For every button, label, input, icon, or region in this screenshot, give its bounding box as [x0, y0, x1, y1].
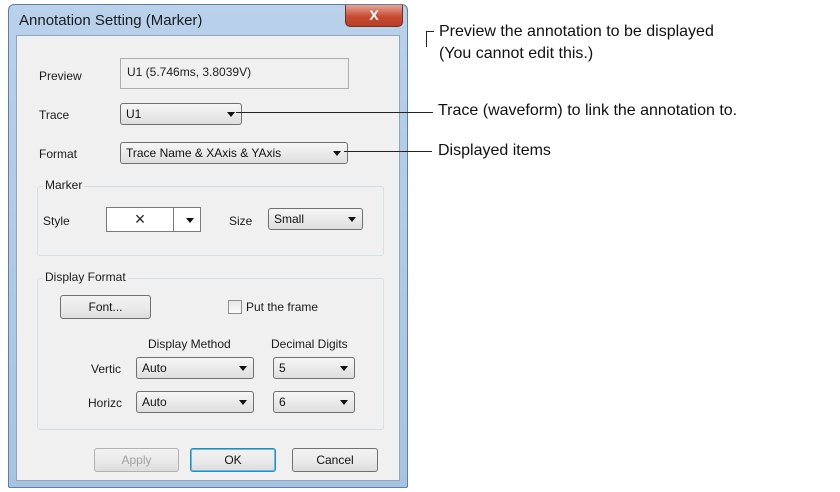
vertical-label: Vertic [91, 362, 122, 376]
chevron-down-icon [186, 218, 194, 223]
vertical-method-select[interactable]: Auto [136, 357, 254, 379]
close-icon: X [369, 7, 379, 23]
format-select[interactable]: Trace Name & XAxis & YAxis [120, 142, 348, 164]
format-value: Trace Name & XAxis & YAxis [126, 146, 282, 160]
vertical-digits-value: 5 [279, 361, 286, 375]
format-label: Format [39, 147, 78, 161]
annotation-setting-dialog: Annotation Setting (Marker) X Preview U1… [8, 4, 408, 488]
chevron-down-icon [340, 366, 348, 371]
title-bar[interactable]: Annotation Setting (Marker) X [9, 5, 407, 35]
horizontal-digits-value: 6 [279, 395, 286, 409]
x-marker-icon: × [107, 208, 174, 231]
put-frame-label: Put the frame [246, 300, 319, 314]
preview-bracket-line [426, 31, 427, 47]
close-button[interactable]: X [345, 5, 403, 27]
cancel-button[interactable]: Cancel [292, 448, 378, 472]
horizontal-digits-select[interactable]: 6 [273, 391, 355, 413]
ok-button[interactable]: OK [190, 448, 276, 472]
size-label: Size [229, 214, 253, 228]
dialog-title: Annotation Setting (Marker) [19, 12, 203, 29]
preview-callout-line2: (You cannot edit this.) [439, 45, 594, 62]
display-format-group-label: Display Format [43, 270, 128, 284]
horizontal-label: Horizc [88, 396, 123, 410]
dialog-body: Preview U1 (5.746ms, 3.8039V) Trace U1 F… [16, 35, 400, 481]
apply-button[interactable]: Apply [94, 448, 179, 472]
preview-callout-line1: Preview the annotation to be displayed [439, 23, 714, 40]
font-button[interactable]: Font... [60, 295, 151, 319]
trace-leader-line [236, 112, 433, 113]
preview-bracket-tick [426, 31, 434, 32]
chevron-down-icon [333, 151, 341, 156]
chevron-down-icon [227, 112, 235, 117]
decimal-digits-header: Decimal Digits [271, 337, 348, 351]
display-method-header: Display Method [148, 337, 231, 351]
chevron-down-icon [348, 217, 356, 222]
style-label: Style [43, 214, 70, 228]
format-leader-line [344, 151, 432, 152]
chevron-down-icon [239, 400, 247, 405]
trace-select[interactable]: U1 [120, 103, 242, 125]
size-value: Small [274, 212, 305, 226]
preview-value: U1 (5.746ms, 3.8039V) [127, 65, 252, 79]
format-callout: Displayed items [438, 142, 551, 159]
vertical-method-value: Auto [142, 361, 167, 375]
put-frame-checkbox[interactable] [228, 300, 242, 314]
horizontal-method-select[interactable]: Auto [136, 391, 254, 413]
marker-style-select[interactable]: × [106, 207, 201, 232]
trace-callout: Trace (waveform) to link the annotation … [438, 102, 738, 119]
marker-group-label: Marker [43, 178, 85, 192]
chevron-down-icon [340, 400, 348, 405]
preview-field: U1 (5.746ms, 3.8039V) [120, 58, 349, 89]
horizontal-method-value: Auto [142, 395, 167, 409]
vertical-digits-select[interactable]: 5 [273, 357, 355, 379]
trace-label: Trace [39, 108, 70, 122]
preview-label: Preview [39, 69, 82, 83]
trace-value: U1 [126, 107, 142, 121]
chevron-down-icon [239, 366, 247, 371]
size-select[interactable]: Small [268, 208, 363, 230]
